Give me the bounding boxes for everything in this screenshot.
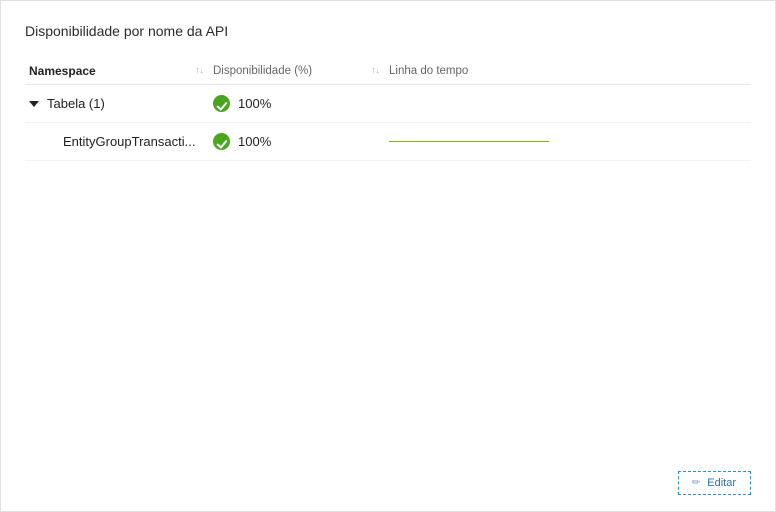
availability-table: Namespace ↑↓ Disponibilidade (%) ↑↓ Linh… [25, 57, 751, 161]
table-header-row: Namespace ↑↓ Disponibilidade (%) ↑↓ Linh… [25, 57, 751, 85]
child-label: EntityGroupTransacti... [63, 134, 195, 149]
col-header-availability[interactable]: Disponibilidade (%) ↑↓ [213, 65, 389, 77]
edit-button[interactable]: ✎ Editar [678, 471, 751, 495]
child-timeline-cell [389, 141, 751, 143]
table-row-child[interactable]: EntityGroupTransacti... 100% [25, 123, 751, 161]
child-namespace-cell: EntityGroupTransacti... [25, 134, 213, 149]
group-namespace-cell: Tabela (1) [25, 96, 213, 111]
caret-down-icon[interactable] [29, 101, 39, 107]
col-header-availability-label: Disponibilidade (%) [213, 65, 312, 77]
panel-title: Disponibilidade por nome da API [25, 23, 751, 39]
child-availability-value: 100% [238, 134, 271, 149]
pencil-icon: ✎ [691, 476, 704, 489]
panel-footer: ✎ Editar [25, 471, 751, 495]
col-header-namespace-label: Namespace [29, 64, 96, 78]
group-label: Tabela (1) [47, 96, 105, 111]
check-icon [213, 95, 230, 112]
col-header-namespace[interactable]: Namespace ↑↓ [25, 64, 213, 78]
child-availability-cell: 100% [213, 133, 389, 150]
group-availability-cell: 100% [213, 95, 389, 112]
check-icon [213, 133, 230, 150]
table-row-group[interactable]: Tabela (1) 100% [25, 85, 751, 123]
col-header-timeline: Linha do tempo [389, 65, 751, 77]
col-header-timeline-label: Linha do tempo [389, 65, 468, 77]
edit-button-label: Editar [707, 477, 736, 489]
sparkline [389, 141, 549, 143]
sort-icon: ↑↓ [195, 65, 203, 76]
group-availability-value: 100% [238, 96, 271, 111]
sort-icon: ↑↓ [371, 65, 379, 76]
availability-panel: Disponibilidade por nome da API Namespac… [0, 0, 776, 512]
